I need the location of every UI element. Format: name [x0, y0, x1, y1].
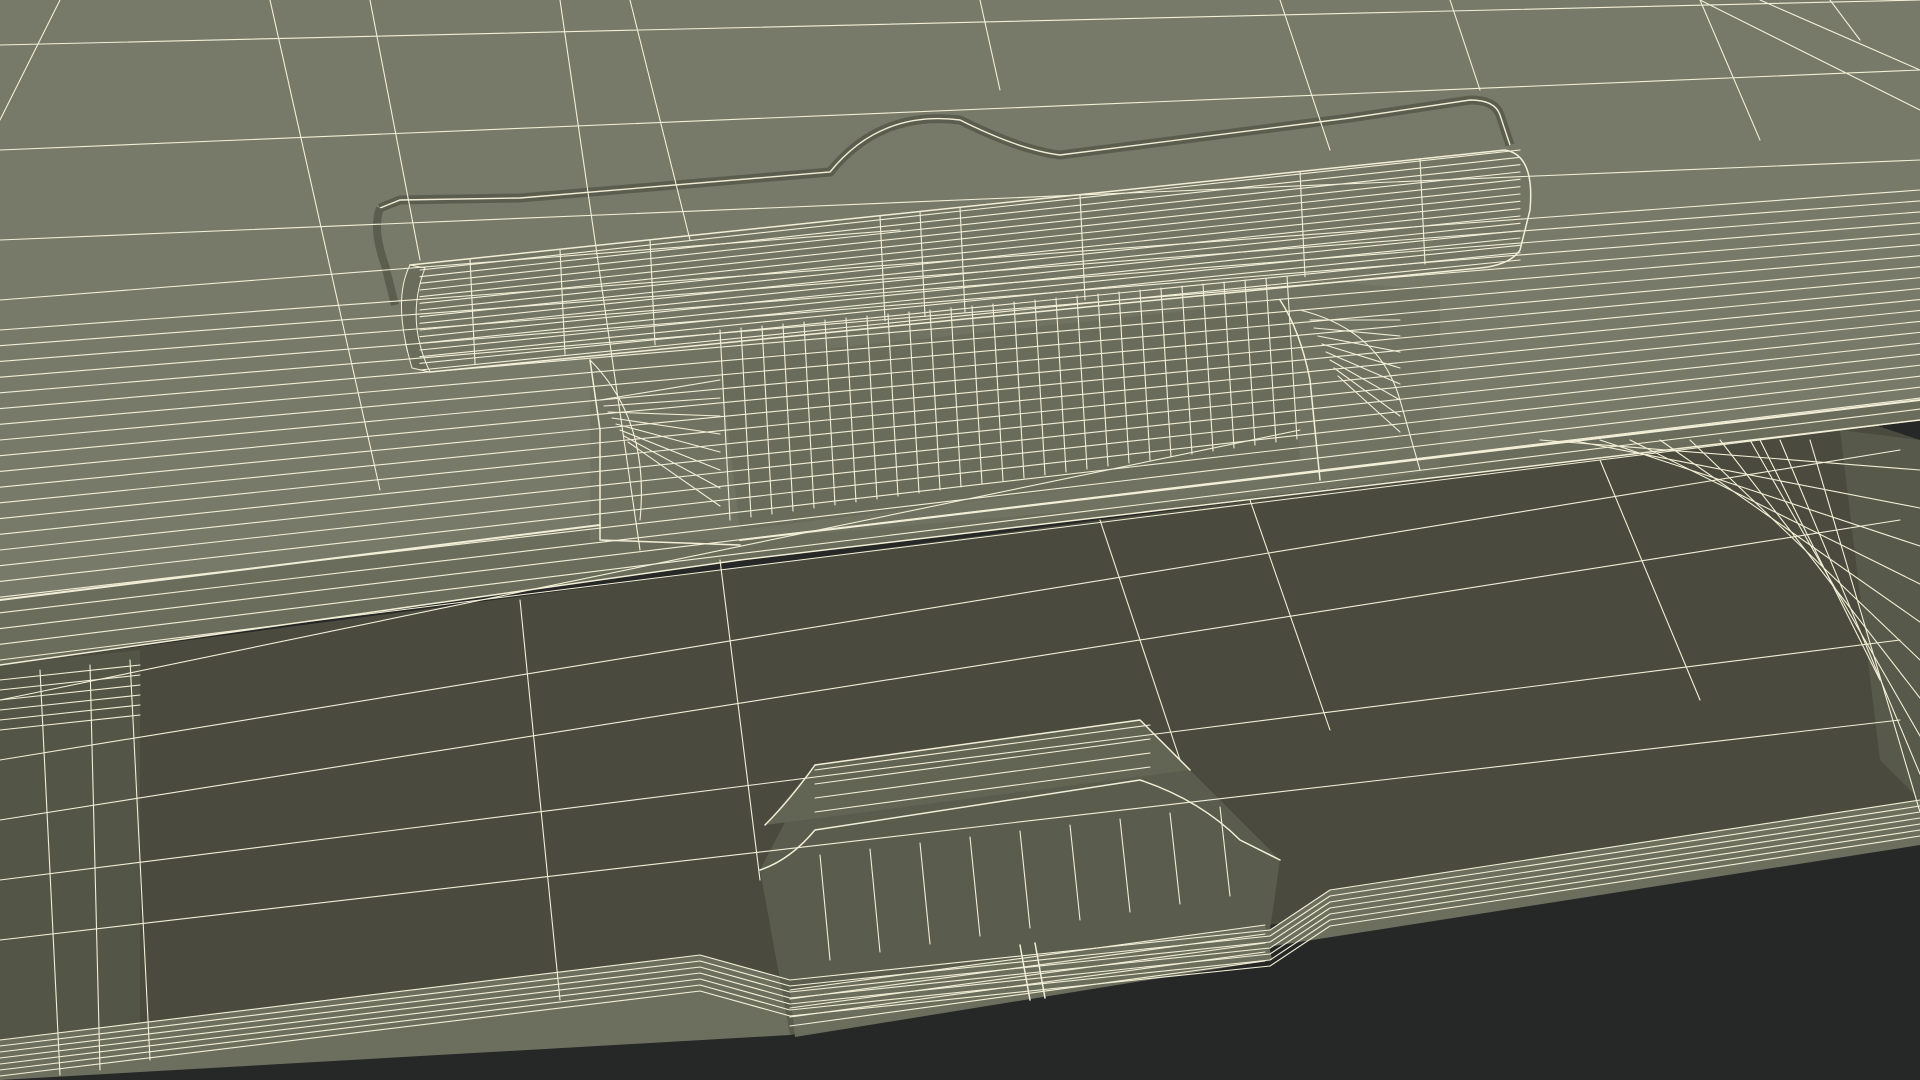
render-viewport	[0, 0, 1920, 1080]
wireframe-scene	[0, 0, 1920, 1080]
